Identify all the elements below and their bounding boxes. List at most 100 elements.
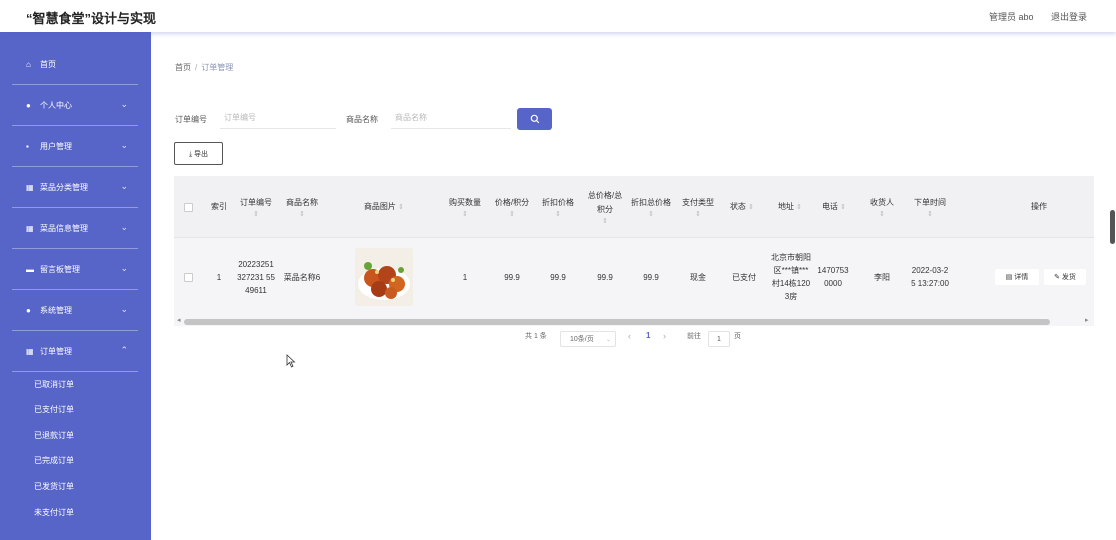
- cell-index: 1: [216, 272, 222, 282]
- table-row[interactable]: 1 20223251327231 5549611 菜品名称6 1 99.9 99…: [174, 238, 1094, 316]
- grid-icon: ▦: [26, 346, 34, 356]
- search-icon: [530, 114, 539, 124]
- column-header-price[interactable]: 价格/积分 ⇕: [492, 176, 532, 238]
- submenu-paid-orders[interactable]: 已支付订单: [34, 404, 74, 415]
- sidebar-item-label: 留言板管理: [40, 264, 80, 274]
- sort-icon[interactable]: ⇕: [796, 203, 802, 212]
- sidebar-item-dish-info[interactable]: ▦ 菜品信息管理 ⌄: [12, 208, 138, 249]
- chevron-down-icon: ⌄: [120, 181, 128, 191]
- column-header-order-no[interactable]: 订单编号 ⇕: [236, 176, 276, 238]
- cell-product-image: [349, 238, 419, 316]
- sort-icon[interactable]: ⇕: [748, 203, 754, 212]
- cell-quantity: 1: [462, 272, 468, 282]
- vertical-scrollbar-thumb[interactable]: [1110, 210, 1115, 244]
- column-header-discount-total[interactable]: 折扣总价格 ⇕: [630, 176, 672, 238]
- column-header-product-image[interactable]: 商品图片 ⇕: [349, 176, 419, 238]
- page-number-current[interactable]: 1: [646, 331, 650, 340]
- user-icon: ●: [26, 305, 31, 315]
- goto-page-input[interactable]: [708, 331, 730, 347]
- column-header-product-name[interactable]: 商品名称 ⇕: [282, 176, 322, 238]
- submenu-refunded-orders[interactable]: 已退款订单: [34, 430, 74, 441]
- breadcrumb-separator: /: [195, 63, 198, 72]
- submenu-cancelled-orders[interactable]: 已取消订单: [34, 379, 74, 390]
- cell-price: 99.9: [504, 272, 520, 282]
- logout-link[interactable]: 退出登录: [1051, 10, 1087, 23]
- order-no-input[interactable]: [220, 107, 336, 129]
- scroll-left-icon[interactable]: ◂: [177, 316, 181, 324]
- column-header-order-time[interactable]: 下单时间 ⇕: [908, 176, 952, 238]
- submenu-completed-orders[interactable]: 已完成订单: [34, 455, 74, 466]
- select-all-cell: [178, 176, 198, 238]
- admin-label: 管理员 abo: [989, 12, 1034, 22]
- sidebar-item-personal-center[interactable]: ● 个人中心 ⌄: [12, 85, 138, 126]
- sidebar-item-system[interactable]: ● 系统管理 ⌄: [12, 290, 138, 331]
- sort-icon[interactable]: ⇕: [253, 210, 259, 219]
- sidebar-item-dish-category[interactable]: ▦ 菜品分类管理 ⌄: [12, 167, 138, 208]
- breadcrumb-current: 订单管理: [201, 63, 234, 72]
- search-button[interactable]: [517, 108, 552, 130]
- app-title: “智慧食堂”设计与实现: [26, 11, 157, 26]
- prev-page-button[interactable]: ‹: [628, 331, 631, 341]
- sidebar-item-user-management[interactable]: ▪ 用户管理 ⌄: [12, 126, 138, 167]
- cell-pay-type: 现金: [690, 272, 706, 282]
- sort-icon[interactable]: ⇕: [509, 210, 515, 219]
- horizontal-scrollbar[interactable]: ◂ ▸: [174, 316, 1094, 326]
- sidebar-item-label: 订单管理: [40, 346, 72, 356]
- scroll-right-icon[interactable]: ▸: [1085, 316, 1089, 324]
- pagination-total: 共 1 条: [525, 333, 547, 340]
- column-header-actions: 操作: [1031, 202, 1047, 211]
- breadcrumb-home[interactable]: 首页: [175, 63, 191, 72]
- document-icon: ▤: [1005, 274, 1013, 281]
- table-header: 索引 订单编号 ⇕ 商品名称 ⇕ 商品图片 ⇕ 购买数量 ⇕ 价格/积分 ⇕ 折扣价格 ⇕…: [174, 176, 1094, 238]
- product-name-input[interactable]: [391, 107, 511, 129]
- column-header-pay-type[interactable]: 支付类型 ⇕: [677, 176, 719, 238]
- sort-icon[interactable]: ⇕: [299, 210, 305, 219]
- sort-icon[interactable]: ⇕: [398, 203, 404, 212]
- detail-button[interactable]: ▤ 详情: [995, 269, 1039, 285]
- scrollbar-thumb[interactable]: [184, 319, 1050, 325]
- grid-icon: ▦: [26, 223, 34, 233]
- column-header-total-price[interactable]: 总价格/总积分 ⇕: [584, 176, 626, 238]
- mouse-cursor-icon: [286, 354, 296, 368]
- edit-icon: ✎: [1054, 274, 1060, 281]
- next-page-button[interactable]: ›: [663, 331, 666, 341]
- sidebar-item-message-board[interactable]: ▬ 留言板管理 ⌄: [12, 249, 138, 290]
- chevron-down-icon: ⌄: [120, 222, 128, 232]
- page-size-select[interactable]: 10条/页 ⌄: [560, 331, 616, 347]
- column-header-receiver[interactable]: 收货人 ⇕: [864, 176, 900, 238]
- order-no-label: 订单编号: [175, 115, 207, 124]
- export-button[interactable]: ⤓ 导出: [174, 142, 223, 165]
- sidebar-item-orders[interactable]: ▦ 订单管理 ⌃: [12, 331, 138, 372]
- sort-icon[interactable]: ⇕: [602, 217, 608, 226]
- cell-discount-total: 99.9: [643, 272, 659, 282]
- cell-status: 已支付: [732, 272, 756, 282]
- sort-icon[interactable]: ⇕: [462, 210, 468, 219]
- column-header-index: 索引: [211, 202, 227, 211]
- column-header-status[interactable]: 状态 ⇕: [724, 176, 760, 238]
- cell-product-name: 菜品名称6: [283, 272, 321, 282]
- sort-icon[interactable]: ⇕: [840, 203, 846, 212]
- sidebar-item-home[interactable]: ⌂ 首页: [12, 44, 138, 85]
- column-header-address[interactable]: 地址 ⇕: [770, 176, 810, 238]
- row-checkbox[interactable]: [183, 272, 193, 282]
- column-header-quantity[interactable]: 购买数量 ⇕: [442, 176, 488, 238]
- cell-total-price: 99.9: [597, 272, 613, 282]
- sort-icon[interactable]: ⇕: [695, 210, 701, 219]
- cell-receiver: 李阳: [874, 272, 890, 282]
- sort-icon[interactable]: ⇕: [555, 210, 561, 219]
- users-icon: ▪: [26, 141, 29, 151]
- sidebar-item-label: 菜品分类管理: [40, 182, 88, 192]
- select-all-checkbox[interactable]: [183, 202, 193, 212]
- sort-icon[interactable]: ⇕: [648, 210, 654, 219]
- sidebar-item-label: 系统管理: [40, 305, 72, 315]
- submenu-unpaid-orders[interactable]: 未支付订单: [34, 507, 74, 518]
- ship-button[interactable]: ✎ 发货: [1044, 269, 1086, 285]
- sort-icon[interactable]: ⇕: [879, 210, 885, 219]
- sidebar: ⌂ 首页 ● 个人中心 ⌄ ▪ 用户管理 ⌄ ▦ 菜品分类管理 ⌄ ▦ 菜品信息…: [0, 32, 151, 540]
- submenu-shipped-orders[interactable]: 已发货订单: [34, 481, 74, 492]
- sidebar-item-label: 首页: [40, 59, 56, 69]
- column-header-discount-price[interactable]: 折扣价格 ⇕: [538, 176, 578, 238]
- sort-icon[interactable]: ⇕: [927, 210, 933, 219]
- column-header-phone[interactable]: 电话 ⇕: [814, 176, 854, 238]
- sidebar-item-label: 个人中心: [40, 100, 72, 110]
